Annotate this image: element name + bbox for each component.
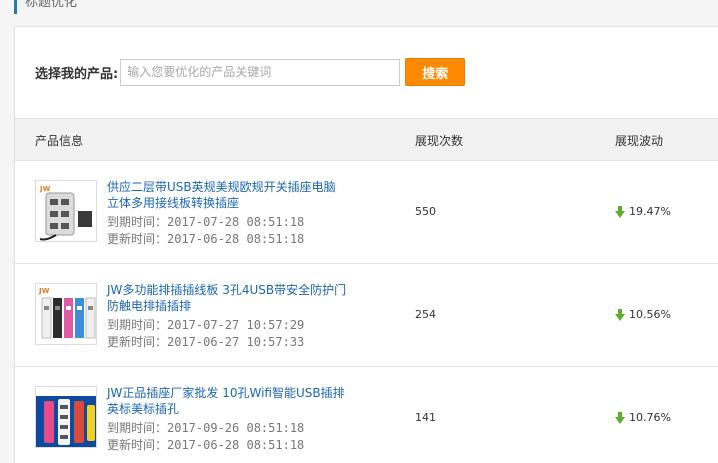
table-row: JW 供应二层带USB英规美规欧规开关插座电脑立体多用接线板转换插座 到期时间：…	[15, 161, 718, 264]
product-thumbnail[interactable]: JW	[35, 180, 97, 242]
header-views: 展现次数	[415, 134, 464, 148]
product-title-link[interactable]: JW正品插座厂家批发 10孔Wifi智能USB插排英标美标插孔	[107, 385, 347, 417]
product-search-row: 选择我的产品: 搜索	[35, 58, 466, 86]
views-count: 550	[415, 205, 436, 218]
table-row: JW正品插座厂家批发 10孔Wifi智能USB插排英标美标插孔 到期时间：201…	[15, 367, 718, 463]
expire-time: 到期时间：2017-07-27 10:57:29	[107, 318, 305, 332]
product-title-link[interactable]: 供应二层带USB英规美规欧规开关插座电脑立体多用接线板转换插座	[107, 179, 347, 211]
section-title: 标题优化	[25, 0, 78, 10]
product-title-link[interactable]: JW多功能排插插线板 3孔4USB带安全防护门防触电排插插排	[107, 282, 347, 314]
power-strip-tower-image: JW	[36, 181, 96, 241]
expire-time: 到期时间：2017-07-28 08:51:18	[107, 215, 305, 229]
table-row: JW JW多功能排插插线板 3孔4USB带安全防护门防触电排插插排 到期时间：2…	[15, 264, 718, 367]
search-label: 选择我的产品:	[35, 66, 119, 82]
fluctuation-value: 10.56%	[629, 308, 671, 321]
section-accent-bar	[14, 0, 17, 14]
search-button[interactable]: 搜索	[405, 58, 466, 86]
down-arrow-icon	[615, 205, 625, 218]
svg-text:JW: JW	[39, 185, 51, 193]
title-optimization-panel: 选择我的产品: 搜索 产品信息 展现次数 展现波动 JW 供应二层带USB英规美…	[14, 26, 718, 463]
table-header: 产品信息 展现次数 展现波动	[15, 118, 718, 161]
fluctuation-value: 10.76%	[629, 411, 671, 424]
fluctuation-cell: 19.47%	[615, 205, 671, 218]
expire-time: 到期时间：2017-09-26 08:51:18	[107, 421, 305, 435]
down-arrow-icon	[615, 308, 625, 321]
update-time: 更新时间：2017-06-28 08:51:18	[107, 438, 305, 452]
power-strip-multi-image: JW	[36, 284, 96, 344]
views-count: 141	[415, 411, 436, 424]
fluctuation-cell: 10.56%	[615, 308, 671, 321]
svg-text:JW: JW	[38, 287, 50, 295]
fluctuation-value: 19.47%	[629, 205, 671, 218]
update-time: 更新时间：2017-06-27 10:57:33	[107, 335, 305, 349]
header-fluctuation: 展现波动	[615, 134, 664, 148]
down-arrow-icon	[615, 411, 625, 424]
product-thumbnail[interactable]	[35, 386, 97, 448]
product-thumbnail[interactable]: JW	[35, 283, 97, 345]
update-time: 更新时间：2017-06-28 08:51:18	[107, 232, 305, 246]
views-count: 254	[415, 308, 436, 321]
section-header: 标题优化	[14, 0, 77, 14]
header-product-info: 产品信息	[35, 134, 84, 148]
power-tower-blue-image	[36, 387, 96, 447]
fluctuation-cell: 10.76%	[615, 411, 671, 424]
product-keyword-input[interactable]	[120, 58, 401, 86]
